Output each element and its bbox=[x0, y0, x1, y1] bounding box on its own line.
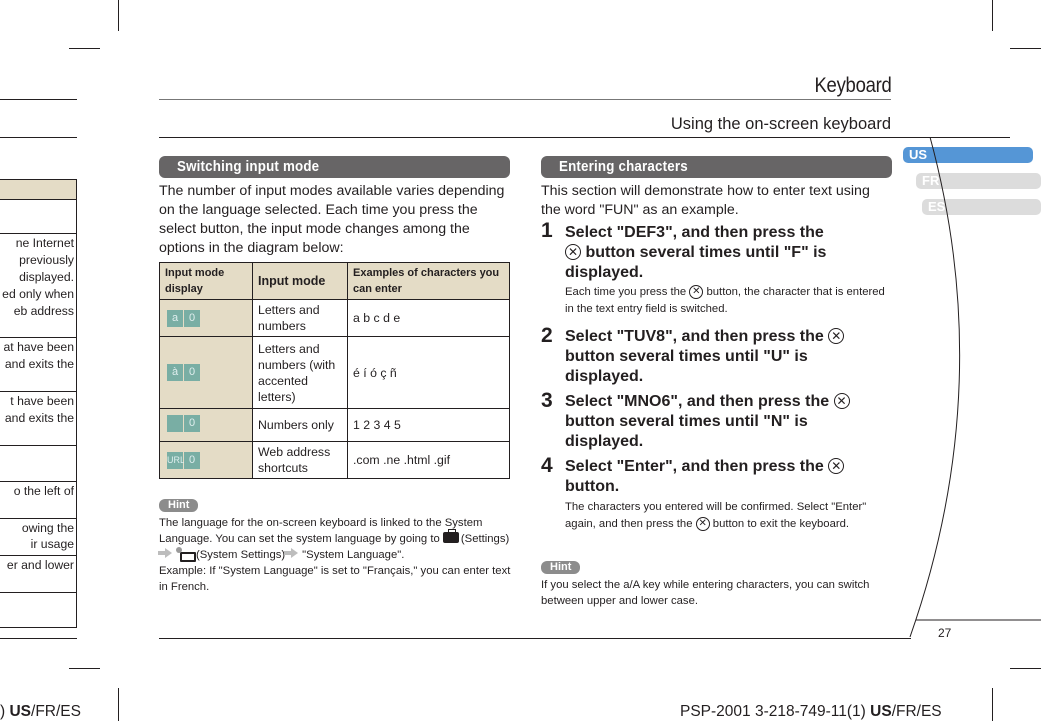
table-header: Examples of characters you can enter bbox=[347, 262, 510, 300]
row-divider bbox=[0, 555, 77, 556]
page-number: 27 bbox=[938, 626, 952, 640]
step-1: Select "DEF3", and then press the ✕ butto… bbox=[565, 224, 827, 281]
step-number: 4 bbox=[541, 454, 553, 477]
left-text-line: ed only when bbox=[2, 287, 74, 301]
step-1-note: Each time you press the ✕ button, the ch… bbox=[565, 285, 885, 315]
left-table-header bbox=[0, 179, 77, 200]
crop-mark bbox=[992, 0, 993, 31]
left-text-line: at have been bbox=[3, 340, 74, 354]
rule bbox=[0, 638, 77, 639]
left-text-line: er and lower bbox=[6, 558, 74, 572]
row-divider bbox=[0, 592, 77, 593]
mode-display-cell: 0 bbox=[159, 408, 253, 442]
footer-model: PSP-2001 3-218-749-11(1) US/FR/ES bbox=[680, 703, 942, 720]
footer-bold: US bbox=[9, 703, 32, 720]
step-4-note: The characters you entered will be confi… bbox=[565, 501, 867, 531]
page-subtitle: Using the on-screen keyboard bbox=[670, 115, 891, 133]
table-row: URL 0 Web address shortcuts .com .ne .htm… bbox=[159, 441, 510, 479]
settings-icon bbox=[442, 529, 459, 543]
hint-text-entering: If you select the a/A key while entering… bbox=[541, 579, 870, 607]
left-text-line: eb address bbox=[13, 304, 74, 318]
section-heading-switching: Switching input mode bbox=[159, 156, 510, 178]
mode-numbers-icon: 0 bbox=[167, 415, 200, 432]
mode-examples: a b c d e bbox=[347, 299, 510, 337]
mode-display-cell: a0 bbox=[159, 299, 253, 337]
cross-button-icon: ✕ bbox=[828, 328, 845, 344]
crop-mark bbox=[69, 48, 100, 49]
step-2: Select "TUV8", and then press the ✕ butt… bbox=[565, 327, 885, 387]
cross-button-icon: ✕ bbox=[565, 244, 581, 260]
page-curve bbox=[909, 137, 1041, 638]
left-text-line: o the left of bbox=[13, 484, 74, 498]
mode-examples: .com .ne .html .gif bbox=[347, 441, 510, 479]
entering-intro: This section will demonstrate how to ent… bbox=[541, 183, 870, 218]
mode-name: Web address shortcuts bbox=[252, 441, 348, 479]
arrow-right-icon bbox=[284, 548, 299, 558]
hint-badge: Hint bbox=[541, 561, 581, 574]
left-text-line: ne Internet bbox=[15, 236, 74, 250]
footer-rest: /FR/ES bbox=[31, 703, 81, 720]
hint-badge: Hint bbox=[159, 499, 199, 512]
mode-examples: é í ó ç ñ bbox=[347, 336, 510, 409]
left-text-line: previously bbox=[19, 253, 74, 267]
table-header: Input mode display bbox=[159, 262, 253, 300]
bottom-rule bbox=[159, 638, 911, 639]
crop-mark bbox=[1010, 668, 1041, 669]
page-title: Keyboard bbox=[814, 74, 891, 97]
row-divider bbox=[0, 445, 77, 446]
mode-display-cell: URL 0 bbox=[159, 441, 253, 479]
crop-mark bbox=[69, 668, 100, 669]
title-rule bbox=[159, 99, 891, 100]
step-number: 2 bbox=[541, 324, 553, 347]
mode-display-cell: à0 bbox=[159, 336, 253, 409]
row-divider bbox=[0, 391, 77, 392]
row-divider bbox=[0, 627, 77, 628]
left-text-line: and exits the bbox=[4, 357, 74, 371]
step-3: Select "MNO6", and then press the ✕ butt… bbox=[565, 392, 885, 452]
system-settings-icon bbox=[176, 547, 196, 562]
row-divider bbox=[0, 481, 77, 482]
left-text-line: ir usage bbox=[30, 537, 74, 551]
row-divider bbox=[0, 337, 77, 338]
cross-button-icon: ✕ bbox=[689, 285, 704, 299]
crop-mark bbox=[118, 0, 119, 31]
crop-mark bbox=[992, 688, 993, 721]
mode-name: Numbers only bbox=[252, 408, 348, 442]
section-heading-entering: Entering characters bbox=[541, 156, 892, 178]
step-number: 1 bbox=[541, 219, 553, 242]
switching-intro: The number of input modes available vari… bbox=[159, 183, 505, 256]
rule bbox=[0, 99, 77, 100]
cross-button-icon: ✕ bbox=[828, 458, 845, 474]
rule bbox=[0, 137, 77, 138]
mode-accented-icon: à0 bbox=[167, 364, 200, 381]
table-header-row: Input mode display Input mode Examples o… bbox=[159, 262, 510, 300]
crop-mark bbox=[1010, 48, 1041, 49]
cross-button-icon: ✕ bbox=[695, 516, 710, 531]
mode-examples: 1 2 3 4 5 bbox=[347, 408, 510, 442]
table-header: Input mode bbox=[252, 262, 348, 300]
left-text-line: t have been bbox=[10, 394, 74, 408]
step-number: 3 bbox=[541, 389, 553, 412]
table-row: a0 Letters and numbers a b c d e bbox=[159, 299, 510, 337]
table-row: 0 Numbers only 1 2 3 4 5 bbox=[159, 408, 510, 442]
mode-url-icon: URL 0 bbox=[167, 451, 200, 469]
left-footer: ) US/FR/ES bbox=[0, 703, 81, 721]
row-divider bbox=[0, 233, 77, 234]
mode-name: Letters and numbers (with accented lette… bbox=[252, 336, 348, 409]
step-4: Select "Enter", and then press the ✕ but… bbox=[565, 457, 885, 497]
left-text-line: and exits the bbox=[4, 411, 74, 425]
arrow-right-icon bbox=[158, 548, 172, 558]
crop-mark bbox=[118, 688, 119, 721]
cross-button-icon: ✕ bbox=[833, 393, 850, 409]
row-divider bbox=[0, 518, 77, 519]
left-text-line: displayed. bbox=[19, 270, 74, 284]
input-mode-table: Input mode display Input mode Examples o… bbox=[159, 262, 510, 479]
mode-letters-icon: a0 bbox=[167, 309, 200, 327]
left-text-line: owing the bbox=[21, 521, 74, 535]
mode-name: Letters and numbers bbox=[252, 299, 348, 337]
hint-text-switching: The language for the on-screen keyboard … bbox=[158, 517, 511, 593]
table-row: à0 Letters and numbers (with accented le… bbox=[159, 336, 510, 409]
